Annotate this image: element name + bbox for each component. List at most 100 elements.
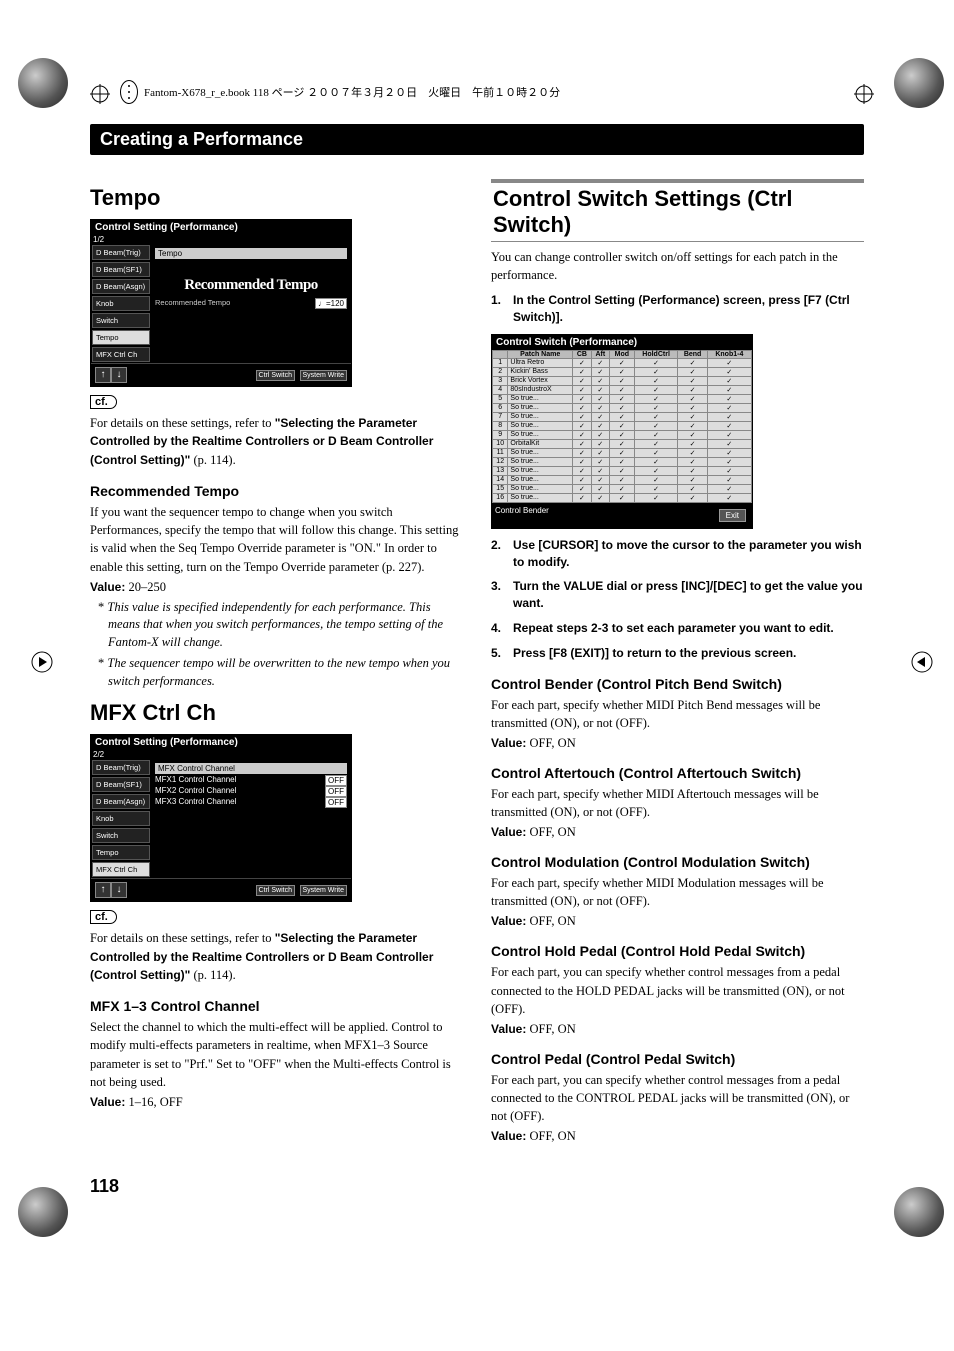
- check-cell: ✓: [707, 412, 751, 421]
- check-cell: ✓: [609, 385, 634, 394]
- value-text: 1–16, OFF: [125, 1095, 182, 1109]
- check-cell: ✓: [634, 412, 678, 421]
- check-cell: ✓: [609, 448, 634, 457]
- ctrl-switch-table: Patch NameCBAftModHoldCtrlBendKnob1-4 1U…: [492, 350, 752, 503]
- sidetab: Switch: [92, 828, 150, 843]
- check-cell: ✓: [591, 376, 609, 385]
- table-row: 3Brick Vortex✓✓✓✓✓✓: [493, 376, 752, 385]
- check-cell: ✓: [591, 475, 609, 484]
- check-cell: ✓: [678, 484, 707, 493]
- table-row: 6So true...✓✓✓✓✓✓: [493, 403, 752, 412]
- check-cell: ✓: [609, 493, 634, 502]
- table-row: 16So true...✓✓✓✓✓✓: [493, 493, 752, 502]
- table-row: 9So true...✓✓✓✓✓✓: [493, 430, 752, 439]
- patch-name: Kickin' Bass: [508, 367, 573, 376]
- footer-btn: System Write: [300, 370, 348, 381]
- check-cell: ✓: [573, 466, 592, 475]
- book-header-text: Fantom-X678_r_e.book 118 ページ ２００７年３月２０日 …: [144, 84, 560, 100]
- check-cell: ✓: [591, 457, 609, 466]
- check-cell: ✓: [591, 484, 609, 493]
- step-item: 1.In the Control Setting (Performance) s…: [491, 292, 864, 326]
- param-value: ♩=120: [315, 298, 347, 309]
- screenshot-sidetabs: D Beam(Trig) D Beam(SF1) D Beam(Asgn) Kn…: [91, 759, 151, 878]
- table-header: Patch Name: [508, 350, 573, 358]
- patch-name: So true...: [508, 394, 573, 403]
- check-cell: ✓: [634, 367, 678, 376]
- step-number: 2.: [491, 537, 513, 571]
- check-cell: ✓: [707, 385, 751, 394]
- check-cell: ✓: [591, 412, 609, 421]
- check-cell: ✓: [707, 448, 751, 457]
- sidetab: D Beam(SF1): [92, 777, 150, 792]
- check-cell: ✓: [573, 430, 592, 439]
- left-column: Tempo Control Setting (Performance) 1/2 …: [90, 175, 463, 1146]
- table-row: 14So true...✓✓✓✓✓✓: [493, 475, 752, 484]
- recommended-tempo-body: If you want the sequencer tempo to chang…: [90, 503, 463, 576]
- patch-name: So true...: [508, 412, 573, 421]
- check-cell: ✓: [707, 430, 751, 439]
- row-num: 9: [493, 430, 508, 439]
- recommended-tempo-heading: Recommended Tempo: [90, 483, 463, 499]
- table-row: 12So true...✓✓✓✓✓✓: [493, 457, 752, 466]
- param-heading: Control Modulation (Control Modulation S…: [491, 854, 864, 870]
- step-number: 5.: [491, 645, 513, 662]
- content-title: MFX Control Channel: [155, 763, 347, 774]
- check-cell: ✓: [573, 484, 592, 493]
- check-cell: ✓: [609, 412, 634, 421]
- recommended-tempo-value: Value: 20–250: [90, 580, 463, 595]
- patch-name: So true...: [508, 493, 573, 502]
- check-cell: ✓: [573, 493, 592, 502]
- check-cell: ✓: [707, 403, 751, 412]
- check-cell: ✓: [707, 457, 751, 466]
- patch-name: So true...: [508, 403, 573, 412]
- cf-tag: cf.: [90, 910, 117, 924]
- check-cell: ✓: [707, 367, 751, 376]
- check-cell: ✓: [573, 376, 592, 385]
- param-heading: Control Aftertouch (Control Aftertouch S…: [491, 765, 864, 781]
- sidetab: D Beam(Asgn): [92, 279, 150, 294]
- param-name: Recommended Tempo: [155, 298, 230, 307]
- param-body: For each part, you can specify whether c…: [491, 963, 864, 1017]
- row-num: 12: [493, 457, 508, 466]
- param-value: Value: OFF, ON: [491, 736, 864, 751]
- ref-suffix: (p. 114).: [190, 453, 235, 467]
- ctrl-switch-screenshot: Control Switch (Performance) Patch NameC…: [491, 334, 753, 529]
- ref-suffix: (p. 114).: [190, 968, 235, 982]
- check-cell: ✓: [634, 439, 678, 448]
- check-cell: ✓: [591, 493, 609, 502]
- patch-name: So true...: [508, 448, 573, 457]
- step-item: 2.Use [CURSOR] to move the cursor to the…: [491, 537, 864, 571]
- step-number: 1.: [491, 292, 513, 326]
- step-number: 4.: [491, 620, 513, 637]
- check-cell: ✓: [707, 466, 751, 475]
- check-cell: ✓: [591, 466, 609, 475]
- check-cell: ✓: [591, 385, 609, 394]
- patch-name: So true...: [508, 430, 573, 439]
- mfx-screenshot: Control Setting (Performance) 2/2 D Beam…: [90, 734, 352, 902]
- table-row: 11So true...✓✓✓✓✓✓: [493, 448, 752, 457]
- sidetab: D Beam(Asgn): [92, 794, 150, 809]
- check-cell: ✓: [634, 475, 678, 484]
- param-body: For each part, specify whether MIDI Pitc…: [491, 696, 864, 732]
- mfx-row-value: OFF: [325, 786, 347, 797]
- check-cell: ✓: [573, 412, 592, 421]
- check-cell: ✓: [678, 457, 707, 466]
- check-cell: ✓: [678, 394, 707, 403]
- mfx-row-label: MFX1 Control Channel: [155, 775, 236, 784]
- check-cell: ✓: [634, 448, 678, 457]
- screenshot-title: Control Setting (Performance): [91, 735, 351, 750]
- check-cell: ✓: [634, 457, 678, 466]
- sidetab: Tempo: [92, 845, 150, 860]
- check-cell: ✓: [609, 367, 634, 376]
- exit-button: Exit: [719, 509, 746, 522]
- section-bar: Creating a Performance: [90, 124, 864, 155]
- cf-tag: cf.: [90, 395, 117, 409]
- row-num: 5: [493, 394, 508, 403]
- check-cell: ✓: [707, 394, 751, 403]
- check-cell: ✓: [573, 421, 592, 430]
- check-cell: ✓: [678, 385, 707, 394]
- table-header: Knob1-4: [707, 350, 751, 358]
- param-body: For each part, specify whether MIDI Afte…: [491, 785, 864, 821]
- value-text: 20–250: [125, 580, 166, 594]
- tempo-heading: Tempo: [90, 185, 463, 211]
